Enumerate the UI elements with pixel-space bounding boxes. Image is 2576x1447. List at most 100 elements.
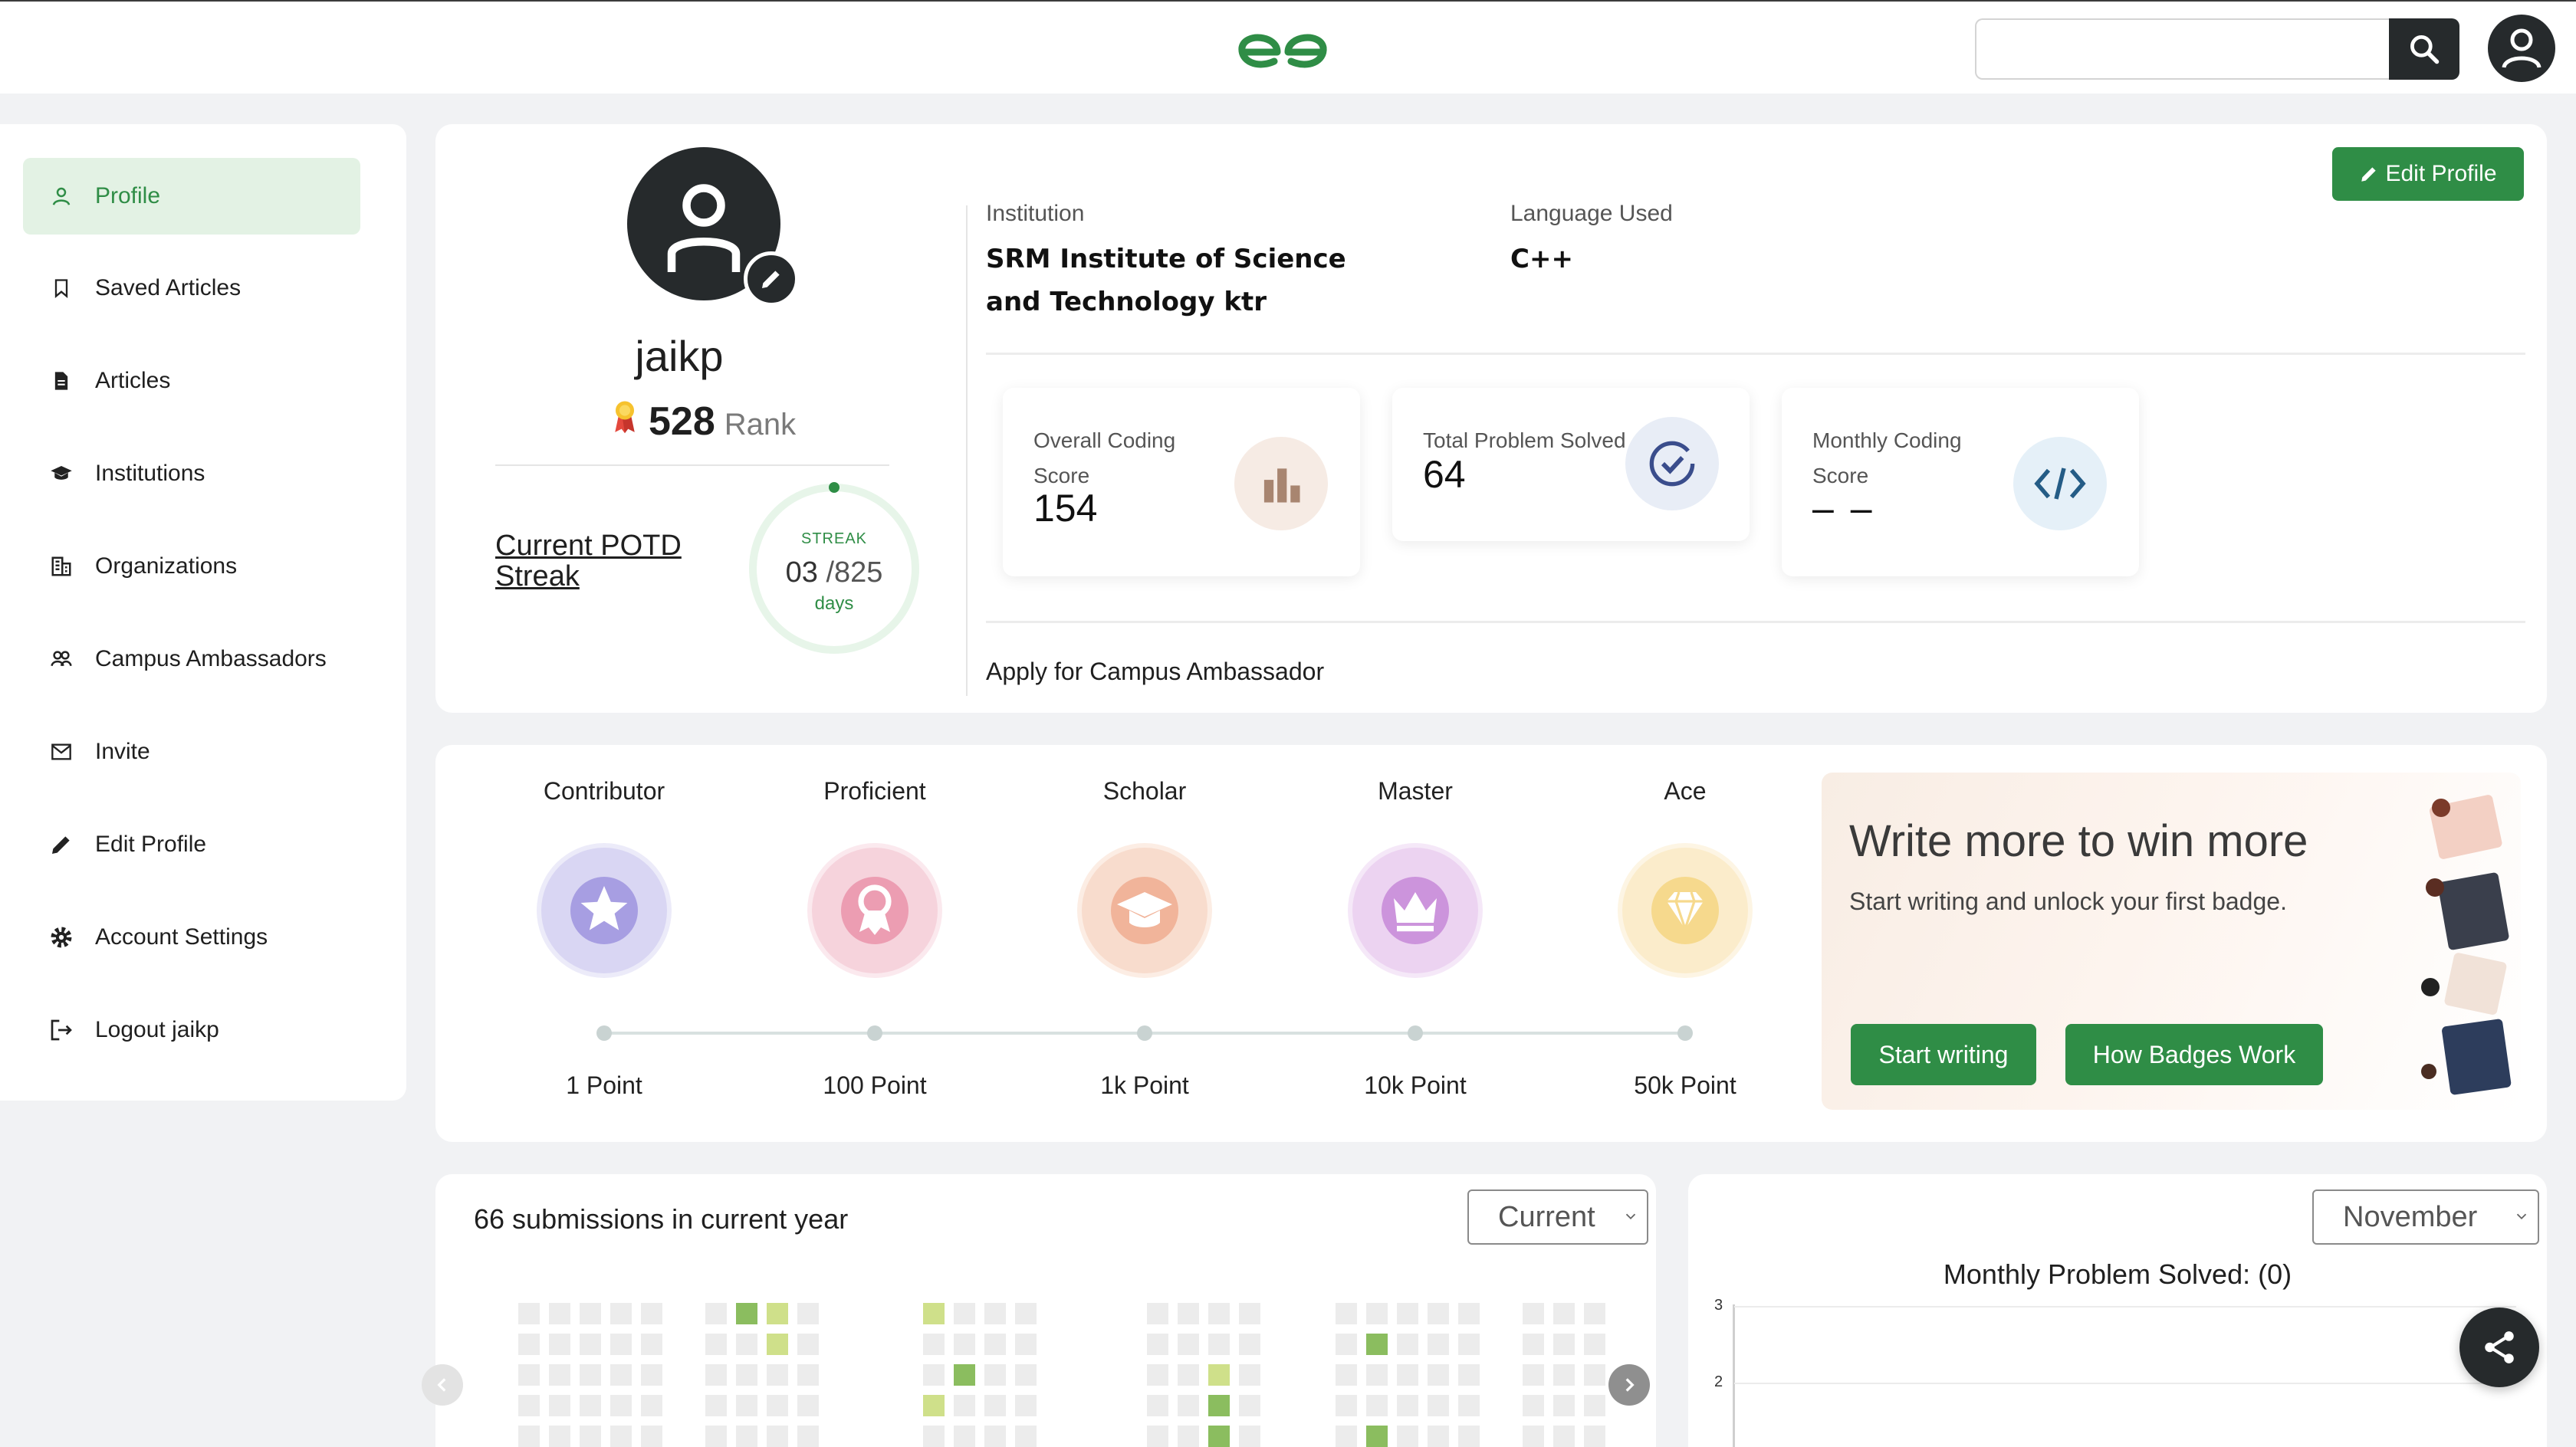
heatmap-cell (610, 1303, 632, 1324)
sidebar-item-edit-profile[interactable]: Edit Profile (23, 806, 360, 883)
badge-name: Scholar (1102, 777, 1187, 805)
heatmap-cell (1458, 1364, 1480, 1386)
user-icon (48, 182, 75, 210)
heatmap-cell (580, 1303, 601, 1324)
heatmap-cell (1208, 1364, 1230, 1386)
heatmap-cell (1584, 1364, 1605, 1386)
check-circle-icon (1625, 417, 1719, 510)
how-badges-work-button[interactable]: How Badges Work (2065, 1024, 2323, 1085)
sidebar-item-organizations[interactable]: Organizations (23, 528, 360, 605)
account-avatar-icon[interactable] (2487, 14, 2556, 83)
heatmap-cell (1523, 1364, 1544, 1386)
sidebar-item-saved-articles[interactable]: Saved Articles (23, 250, 360, 326)
heatmap-cell (1458, 1395, 1480, 1416)
search-button[interactable] (2389, 18, 2459, 80)
mortarboard-icon (1082, 848, 1208, 973)
diamond-icon (1622, 848, 1748, 973)
heatmap-cell (797, 1364, 819, 1386)
share-button[interactable] (2459, 1308, 2539, 1387)
avatar-edit-button[interactable] (744, 251, 799, 307)
graduation-cap-icon (48, 460, 75, 487)
year-select[interactable]: Current (1467, 1189, 1648, 1245)
heatmap-next-button[interactable] (1608, 1364, 1650, 1406)
heatmap-cell (1366, 1303, 1388, 1324)
heatmap-cell (1428, 1334, 1449, 1355)
heatmap-cell (705, 1426, 727, 1447)
heatmap-cell (1015, 1395, 1037, 1416)
heatmap-cell (1208, 1334, 1230, 1355)
badge-points: 1 Point (566, 1071, 642, 1099)
heatmap-cell (518, 1426, 540, 1447)
heatmap-cell (610, 1426, 632, 1447)
heatmap-cell (705, 1364, 727, 1386)
institution-value: SRM Institute of Science and Technology … (986, 244, 1346, 317)
submissions-title: 66 submissions in current year (474, 1203, 849, 1235)
sidebar-item-articles[interactable]: Articles (23, 343, 360, 419)
sidebar-item-account-settings[interactable]: Account Settings (23, 899, 360, 976)
vertical-divider (966, 205, 968, 696)
sidebar-item-label: Campus Ambassadors (95, 646, 327, 671)
ribbon-icon (812, 848, 938, 973)
divider (986, 621, 2525, 623)
heatmap-cell (797, 1334, 819, 1355)
sidebar-item-logout[interactable]: Logout jaikp (23, 992, 360, 1068)
heatmap-cell (954, 1303, 975, 1324)
profile-username: jaikp (635, 332, 724, 380)
heatmap-cell (797, 1395, 819, 1416)
heatmap-cell (984, 1303, 1006, 1324)
search-icon (2410, 35, 2440, 64)
heatmap-cell (518, 1395, 540, 1416)
people-writing-illustration (2421, 795, 2512, 1095)
rank-number: 528 (649, 399, 715, 444)
heatmap-cell (1553, 1364, 1575, 1386)
sidebar-item-label: Saved Articles (95, 275, 242, 300)
heatmap-cell (923, 1334, 945, 1355)
institution-label: Institution (986, 201, 1085, 226)
edit-profile-button[interactable]: Edit Profile (2332, 147, 2524, 201)
submissions-card: 66 submissions in current year Current (422, 1174, 1656, 1447)
sidebar-item-invite[interactable]: Invite (23, 714, 360, 790)
heatmap-cell (767, 1334, 788, 1355)
sidebar-item-institutions[interactable]: Institutions (23, 435, 360, 512)
heatmap-prev-button[interactable] (422, 1364, 463, 1406)
profile-card: jaikp 528 Rank Current POTD Streak STREA… (435, 124, 2547, 713)
sidebar-item-campus-ambassadors[interactable]: Campus Ambassadors (23, 621, 360, 697)
document-icon (48, 367, 75, 395)
sidebar-item-label: Logout jaikp (95, 1017, 219, 1042)
divider (986, 353, 2525, 355)
stat-title: Monthly Coding Score (1812, 428, 1962, 487)
y-axis-tick: 3 (1714, 1297, 1723, 1314)
heatmap-cell (984, 1334, 1006, 1355)
heatmap-cell (518, 1364, 540, 1386)
potd-streak-link[interactable]: Current POTD Streak (495, 530, 718, 592)
badge-points: 100 Point (823, 1071, 927, 1099)
heatmap-cell (923, 1426, 945, 1447)
heatmap-cell (549, 1395, 570, 1416)
heatmap-cell (736, 1303, 757, 1324)
heatmap-cell (1584, 1426, 1605, 1447)
sidebar-item-profile[interactable]: Profile (23, 158, 360, 235)
badge-points: 10k Point (1364, 1071, 1467, 1099)
gfg-logo[interactable] (1234, 21, 1331, 77)
badges-card: Contributor 1 Point Proficient 100 Point… (435, 745, 2547, 1142)
month-select[interactable]: November (2312, 1189, 2539, 1245)
sidebar-item-label: Articles (95, 368, 171, 393)
star-icon (541, 848, 667, 973)
stat-card-problems-solved: Total Problem Solved 64 (1392, 388, 1750, 541)
start-writing-button[interactable]: Start writing (1851, 1024, 2036, 1085)
apply-campus-ambassador-link[interactable]: Apply for Campus Ambassador (986, 658, 1324, 686)
heatmap-cell (549, 1334, 570, 1355)
heatmap-cell (1178, 1395, 1199, 1416)
chevron-left-icon (437, 1378, 446, 1392)
search-input[interactable] (1975, 18, 2389, 80)
heatmap-cell (1553, 1334, 1575, 1355)
heatmap-cell (1366, 1426, 1388, 1447)
heatmap-cell (580, 1395, 601, 1416)
heatmap-cell (1553, 1395, 1575, 1416)
heatmap-cell (1397, 1395, 1418, 1416)
language-label: Language Used (1510, 201, 1673, 226)
track-dot (1137, 1025, 1152, 1041)
heatmap-cell (1239, 1395, 1260, 1416)
sidebar: Profile Saved Articles Articles Institut… (0, 124, 406, 1101)
badge-points: 1k Point (1100, 1071, 1189, 1099)
